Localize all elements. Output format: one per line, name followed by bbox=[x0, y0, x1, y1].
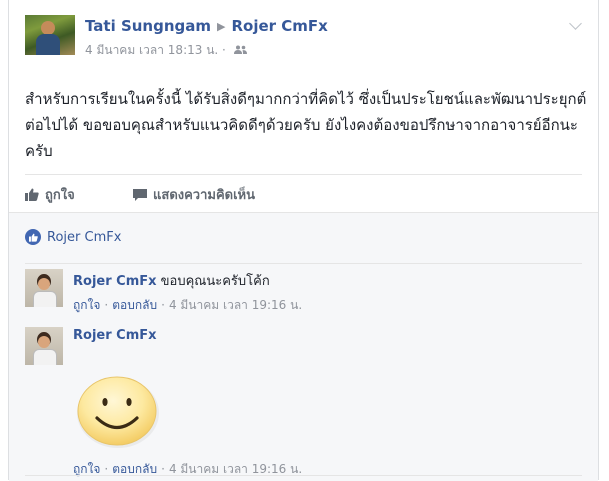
meta-dot: · bbox=[104, 298, 109, 312]
like-button[interactable]: ถูกใจ bbox=[25, 184, 75, 205]
comment-timestamp[interactable]: 4 มีนาคม เวลา 19:16 น. bbox=[169, 298, 302, 312]
comment-timestamp[interactable]: 4 มีนาคม เวลา 19:16 น. bbox=[169, 462, 302, 476]
comments-section: Rojer CmFx Rojer CmFx ขอบคุณนะครับโค้ก ถ… bbox=[9, 212, 598, 481]
comment-meta: ถูกใจ · ตอบกลับ · 4 มีนาคม เวลา 19:16 น. bbox=[73, 460, 302, 479]
author-name[interactable]: Tati Sungngam bbox=[85, 17, 211, 35]
comment-content: Rojer CmFx ขอบคุณนะครับโค้ก ถูกใจ · ตอบกลั… bbox=[73, 270, 582, 315]
comment-text: ขอบคุณนะครับโค้ก bbox=[160, 274, 270, 289]
chevron-down-icon[interactable] bbox=[569, 17, 582, 30]
meta-separator: · bbox=[222, 43, 226, 57]
comment-item: Rojer CmFx ขอบคุณนะครับโค้ก ถูกใจ · ตอบกลั… bbox=[25, 269, 582, 319]
meta-dot: · bbox=[161, 462, 165, 476]
commenter-name[interactable]: Rojer CmFx bbox=[73, 328, 157, 343]
commenter-name[interactable]: Rojer CmFx bbox=[73, 274, 157, 289]
friends-audience-icon[interactable] bbox=[233, 44, 247, 57]
comment-icon bbox=[133, 188, 147, 201]
reactions-names[interactable]: Rojer CmFx bbox=[47, 230, 121, 245]
arrow-right-icon: ▶ bbox=[217, 20, 226, 33]
post-header: Tati Sungngam ▶ Rojer CmFx 4 มีนาคม เวลา 1… bbox=[25, 15, 582, 57]
like-reaction-icon bbox=[25, 229, 41, 245]
post-actions: ถูกใจ แสดงความคิดเห็น bbox=[25, 174, 582, 209]
comment-item: Rojer CmFx ถูกใจ · ตอบกลับ · 4 มีนาคม เวลา 1 bbox=[25, 327, 582, 476]
thumbs-up-icon bbox=[25, 188, 39, 201]
meta-dot: · bbox=[161, 298, 165, 312]
post-meta: 4 มีนาคม เวลา 18:13 น. · bbox=[85, 41, 247, 60]
comment-meta: ถูกใจ · ตอบกลับ · 4 มีนาคม เวลา 19:16 น. bbox=[73, 296, 582, 315]
comment-reply-link[interactable]: ตอบกลับ bbox=[112, 462, 157, 476]
divider bbox=[25, 263, 582, 264]
meta-dot: · bbox=[104, 462, 109, 476]
post-card: Tati Sungngam ▶ Rojer CmFx 4 มีนาคม เวลา 1… bbox=[8, 0, 599, 481]
author-avatar[interactable] bbox=[25, 15, 75, 55]
comment-button[interactable]: แสดงความคิดเห็น bbox=[133, 184, 255, 205]
comment-content: Rojer CmFx bbox=[73, 328, 582, 343]
like-label: ถูกใจ bbox=[45, 188, 75, 203]
commenter-avatar[interactable] bbox=[25, 269, 63, 307]
reactions-summary[interactable]: Rojer CmFx bbox=[25, 229, 121, 245]
post-timestamp[interactable]: 4 มีนาคม เวลา 18:13 น. bbox=[85, 43, 218, 57]
commenter-avatar[interactable] bbox=[25, 327, 63, 365]
recipient-name[interactable]: Rojer CmFx bbox=[232, 17, 328, 35]
author-line: Tati Sungngam ▶ Rojer CmFx bbox=[85, 17, 328, 35]
comment-like-link[interactable]: ถูกใจ bbox=[73, 462, 100, 476]
comment-like-link[interactable]: ถูกใจ bbox=[73, 298, 100, 312]
smiley-sticker-icon[interactable] bbox=[73, 371, 163, 451]
comment-reply-link[interactable]: ตอบกลับ bbox=[112, 298, 157, 312]
comment-label: แสดงความคิดเห็น bbox=[153, 188, 256, 203]
post-body: สำหรับการเรียนในครั้งนี้ ได้รับสิ่งดีๆมา… bbox=[25, 90, 587, 160]
divider bbox=[25, 475, 582, 476]
